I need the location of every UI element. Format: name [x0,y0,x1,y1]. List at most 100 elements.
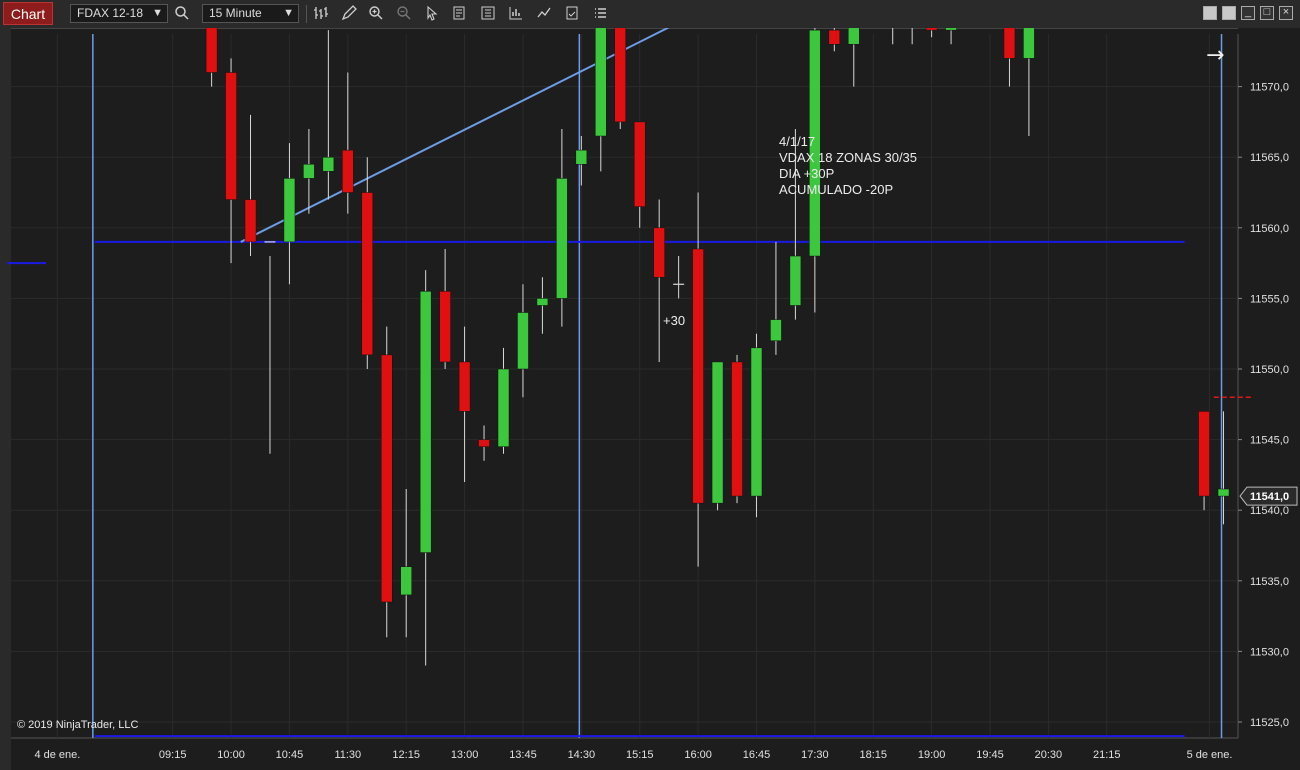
search-icon[interactable] [173,5,191,23]
down-candle [692,248,704,504]
x-tick-label: 5 de ene. [1187,749,1233,761]
price-chart[interactable]: 11620,011615,011610,011605,011600,011595… [0,28,1300,770]
up-candle [945,28,957,31]
toolbar-separator [306,5,307,23]
down-candle [225,72,237,200]
pointer-icon[interactable] [423,5,441,23]
x-tick-label: 09:15 [159,749,187,761]
strategies-icon[interactable] [535,5,553,23]
x-tick-label: 19:45 [976,749,1004,761]
indicators-icon[interactable] [507,5,525,23]
up-candle [556,178,568,299]
price-axis-area [1238,28,1300,770]
x-tick-label: 16:00 [684,749,712,761]
instrument-value: FDAX 12-18 [77,6,144,20]
down-candle [380,354,393,603]
up-candle [789,255,802,306]
down-candle [828,29,841,45]
x-tick-label: 11:30 [334,749,361,761]
down-candle [439,291,451,363]
up-candle [303,164,315,179]
list-icon[interactable] [591,5,609,23]
data-box-icon[interactable] [451,5,469,23]
chevron-down-icon: ▼ [152,7,163,19]
down-candle [244,199,257,243]
x-tick-label: 12:15 [392,749,420,761]
current-price-label: 11541,0 [1250,491,1289,503]
x-tick-label: 19:00 [918,749,946,761]
note-line: 4/1/17 [779,134,815,149]
up-candle [517,312,529,370]
scroll-right-arrow-icon: → [1206,43,1224,68]
y-tick-label: 11525,0 [1250,717,1289,729]
up-candle [711,361,724,504]
plot-area [11,34,1238,738]
interval-selector[interactable]: 15 Minute ▼ [202,4,299,23]
y-tick-label: 11570,0 [1250,82,1289,94]
chart-toolbar: Chart FDAX 12-18 ▼ 15 Minute ▼ _ □ × [0,0,1300,29]
y-tick-label: 11540,0 [1250,505,1289,517]
down-candle [925,28,938,31]
properties-icon[interactable] [479,5,497,23]
up-candle [400,566,412,596]
x-tick-label: 15:15 [626,749,654,761]
window-tile-button[interactable] [1203,6,1217,20]
down-candle [653,227,665,278]
y-tick-label: 11550,0 [1250,364,1289,376]
interval-value: 15 Minute [209,6,262,20]
bar-style-icon[interactable] [312,5,330,23]
close-button[interactable]: × [1279,6,1293,20]
up-candle [497,368,510,447]
draw-pencil-icon[interactable] [340,5,358,23]
down-candle [731,361,743,497]
zoom-out-icon[interactable] [395,5,413,23]
up-candle [1023,28,1035,59]
note-line: ACUMULADO -20P [779,182,893,197]
chevron-down-icon: ▼ [283,7,294,19]
down-candle [614,28,627,123]
up-candle [770,319,782,342]
y-tick-label: 11560,0 [1250,223,1289,235]
x-tick-label: 20:30 [1035,749,1063,761]
down-candle [342,149,354,193]
down-candle [633,121,646,207]
x-tick-label: 10:45 [276,749,304,761]
y-tick-label: 11545,0 [1250,435,1289,447]
x-tick-label: 16:45 [743,749,771,761]
down-candle [205,28,218,73]
x-tick-label: 17:30 [801,749,829,761]
x-tick-label: 13:45 [509,749,537,761]
x-tick-label: 13:00 [451,749,479,761]
note-line: VDAX 18 ZONAS 30/35 [779,150,917,165]
x-tick-label: 10:00 [217,749,245,761]
note-line: DIA +30P [779,166,834,181]
y-tick-label: 11530,0 [1250,646,1289,658]
y-tick-label: 11535,0 [1250,576,1289,588]
up-candle [595,28,607,137]
instrument-selector[interactable]: FDAX 12-18 ▼ [70,4,168,23]
up-candle [536,298,549,306]
down-candle [1003,28,1016,59]
x-tick-label: 21:15 [1093,749,1121,761]
down-candle [361,192,374,356]
result-label: +30 [663,313,685,328]
x-tick-label: 4 de ene. [34,749,80,761]
zoom-in-icon[interactable] [367,5,385,23]
up-candle [419,291,432,553]
up-candle [283,178,296,243]
y-tick-label: 11565,0 [1250,152,1289,164]
copyright-label: © 2019 NinjaTrader, LLC [17,719,138,731]
up-candle [575,149,588,165]
x-tick-label: 18:15 [859,749,887,761]
templates-icon[interactable] [563,5,581,23]
up-candle [750,347,763,497]
up-candle [848,28,860,45]
minimize-button[interactable]: _ [1241,6,1255,20]
maximize-button[interactable]: □ [1260,6,1274,20]
down-candle [1198,411,1210,497]
up-candle [322,156,335,172]
up-candle [1217,488,1230,497]
chart-tab[interactable]: Chart [3,2,53,25]
window-tile-button-2[interactable] [1222,6,1236,20]
down-candle [458,361,471,412]
